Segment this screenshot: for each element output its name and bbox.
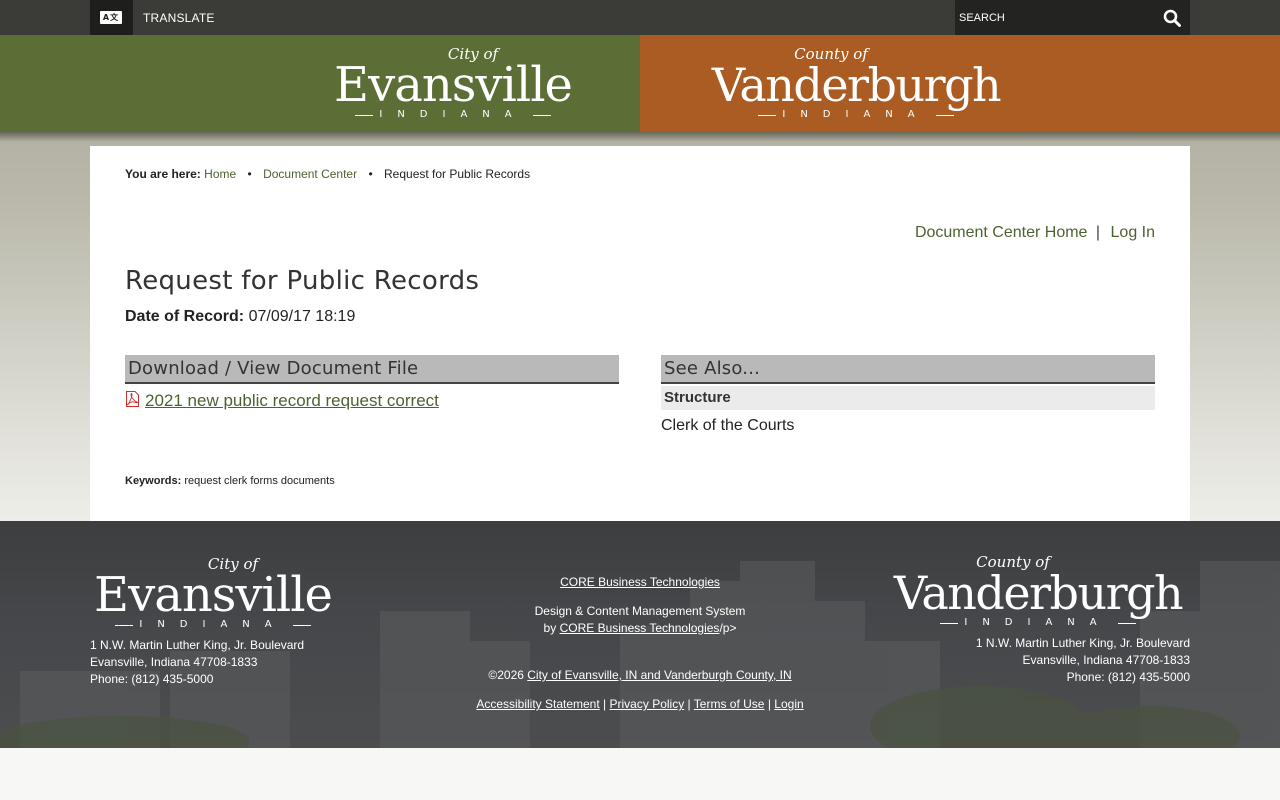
see-also-category: Structure — [661, 386, 1155, 410]
county-phone: Phone: (812) 435-5000 — [1066, 670, 1190, 684]
breadcrumb-separator: • — [247, 167, 252, 181]
translate-button[interactable]: A文 — [90, 0, 133, 35]
city-banner: City of Evansville INDIANA — [0, 35, 640, 132]
footer: City of Evansville INDIANA 1 N.W. Martin… — [0, 521, 1280, 748]
banner-shadow — [0, 132, 1280, 142]
pdf-icon — [126, 391, 139, 407]
download-heading: Download / View Document File — [125, 355, 619, 384]
county-address-line2: Evansville, Indiana 47708-1833 — [1022, 653, 1190, 667]
footer-links: Accessibility Statement | Privacy Policy… — [440, 696, 840, 713]
content-panel: You are here: Home • Document Center • R… — [90, 146, 1190, 521]
record-date: Date of Record: 07/09/17 18:19 — [125, 308, 355, 326]
county-address: 1 N.W. Martin Luther King, Jr. Boulevard… — [976, 635, 1190, 686]
city-logo-state: INDIANA — [379, 109, 527, 120]
breadcrumb-current: Request for Public Records — [384, 167, 531, 181]
log-in-link[interactable]: Log In — [1111, 224, 1155, 241]
footer-city-logo-name: Evansville — [94, 567, 333, 623]
footer-link-separator: | — [603, 697, 607, 711]
document-center-links: Document Center Home | Log In — [915, 224, 1155, 242]
copyright-link[interactable]: City of Evansville, IN and Vanderburgh C… — [527, 668, 791, 682]
search-icon[interactable] — [1163, 9, 1181, 27]
breadcrumb-document-center[interactable]: Document Center — [263, 167, 357, 181]
terms-of-use-link[interactable]: Terms of Use — [694, 697, 765, 711]
document-center-home-link[interactable]: Document Center Home — [915, 224, 1088, 241]
breadcrumb-separator: • — [368, 167, 373, 181]
link-separator: | — [1095, 224, 1101, 241]
footer-link-separator: | — [687, 697, 691, 711]
translate-label[interactable]: TRANSLATE — [143, 11, 215, 25]
copyright: ©2026 City of Evansville, IN and Vanderb… — [440, 667, 840, 684]
city-logo[interactable]: City of Evansville INDIANA — [330, 47, 576, 121]
breadcrumb-label: You are here: — [125, 167, 201, 181]
top-bar: A文 TRANSLATE — [0, 0, 1280, 35]
keywords-label: Keywords: — [125, 475, 182, 487]
breadcrumb: You are here: Home • Document Center • R… — [125, 167, 530, 181]
document-file-name: 2021 new public record request correct — [145, 391, 439, 410]
keywords-value: request clerk forms documents — [184, 475, 335, 487]
cms-line: Design & Content Management System — [534, 604, 746, 618]
footer-county-logo-name: Vanderburgh — [893, 566, 1184, 620]
county-logo-state: INDIANA — [782, 109, 930, 120]
county-address-line1: 1 N.W. Martin Luther King, Jr. Boulevard — [975, 636, 1190, 650]
city-address: 1 N.W. Martin Luther King, Jr. Boulevard… — [90, 637, 304, 688]
city-address-line2: Evansville, Indiana 47708-1833 — [90, 655, 258, 669]
page-title: Request for Public Records — [125, 266, 480, 296]
footer-county-logo-state: INDIANA — [964, 617, 1112, 628]
see-also-item: Clerk of the Courts — [661, 417, 795, 434]
page-bottom — [0, 748, 1280, 800]
by-text: by — [543, 621, 557, 635]
breadcrumb-home[interactable]: Home — [204, 167, 236, 181]
county-logo[interactable]: County of Vanderburgh INDIANA — [705, 47, 1007, 121]
accessibility-statement-link[interactable]: Accessibility Statement — [476, 697, 599, 711]
footer-city-logo-state: INDIANA — [139, 619, 287, 630]
city-address-line1: 1 N.W. Martin Luther King, Jr. Boulevard — [90, 638, 305, 652]
translate-icon: A文 — [100, 11, 122, 24]
privacy-policy-link[interactable]: Privacy Policy — [610, 697, 685, 711]
search-input[interactable] — [955, 0, 1150, 35]
copyright-year: ©2026 — [488, 668, 524, 682]
cms-credit: Design & Content Management System by CO… — [440, 603, 840, 637]
vendor-link[interactable]: CORE Business Technologies — [560, 575, 720, 589]
record-date-value: 07/09/17 18:19 — [248, 308, 356, 325]
county-logo-name: Vanderburgh — [711, 58, 1002, 112]
document-file-link[interactable]: 2021 new public record request correct — [125, 391, 439, 411]
footer-county-logo[interactable]: County of Vanderburgh INDIANA — [886, 555, 1190, 629]
city-logo-name: Evansville — [334, 57, 573, 113]
footer-link-separator: | — [767, 697, 771, 711]
keywords: Keywords: request clerk forms documents — [125, 475, 335, 487]
see-also-heading: See Also... — [661, 355, 1155, 384]
by-suffix: /p> — [719, 621, 737, 635]
city-phone: Phone: (812) 435-5000 — [90, 672, 214, 686]
search-box — [955, 0, 1190, 35]
vendor-credit: CORE Business Technologies — [440, 574, 840, 591]
footer-city-logo[interactable]: City of Evansville INDIANA — [90, 557, 336, 631]
footer-login-link[interactable]: Login — [774, 697, 803, 711]
record-date-label: Date of Record: — [125, 308, 245, 325]
county-banner: County of Vanderburgh INDIANA — [640, 35, 1280, 132]
cms-vendor-link[interactable]: CORE Business Technologies — [560, 621, 720, 635]
